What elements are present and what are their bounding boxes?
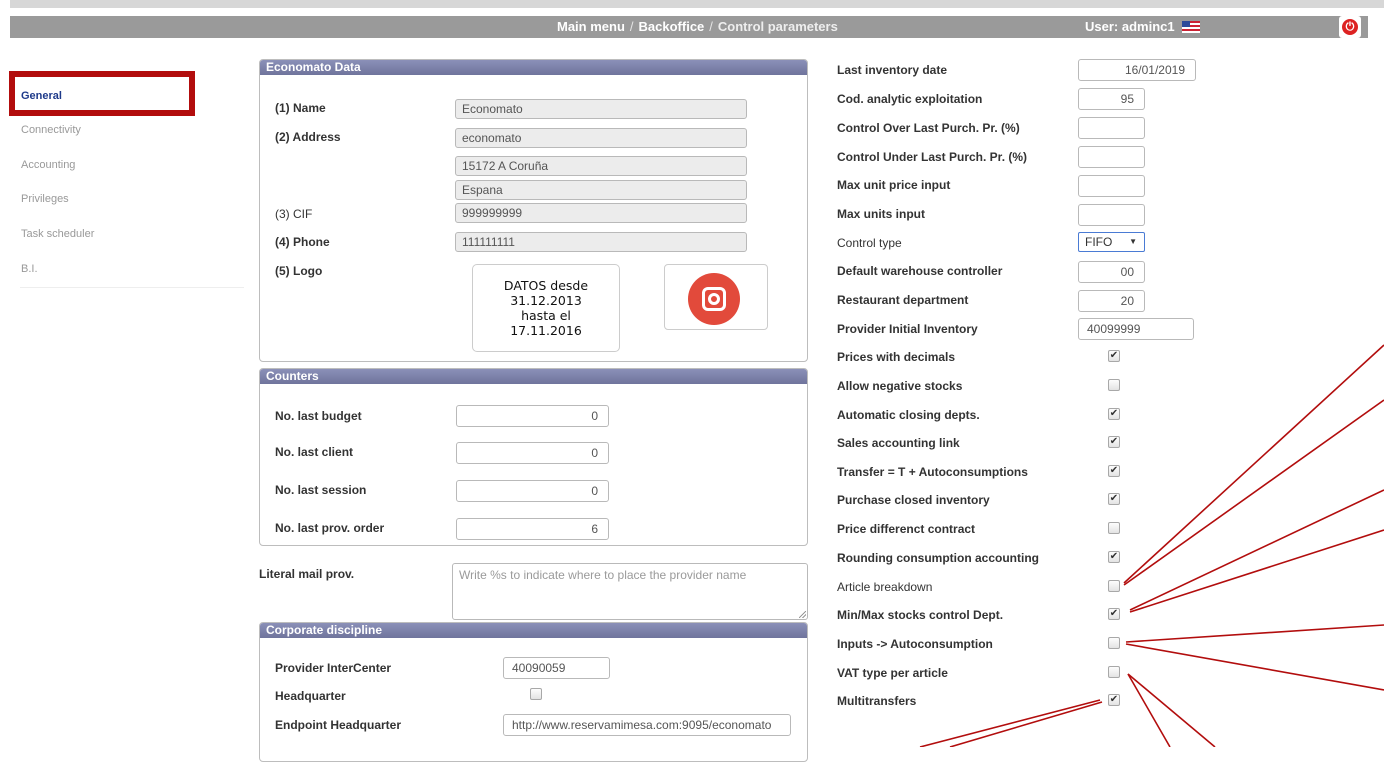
annotation-arrows — [919, 344, 1384, 747]
